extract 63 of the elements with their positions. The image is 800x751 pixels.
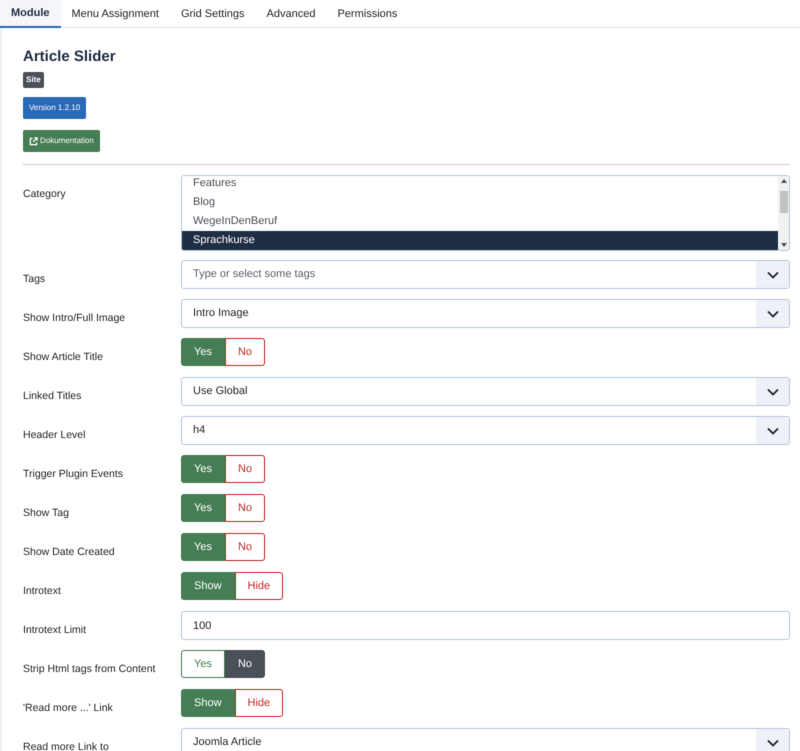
tab[interactable]: Menu Assignment [60,0,170,28]
toggle-option[interactable]: Hide [234,689,284,717]
category-listbox[interactable]: Features Blog WegeInDenBeruf Sprachkurse [181,175,790,251]
field-label: Introtext Limit [23,624,86,636]
input-field[interactable]: 100 [181,611,790,640]
select-field[interactable]: h4 [181,416,790,445]
select-value: Intro Image [193,306,249,322]
toggle-option[interactable]: No [224,338,266,366]
chevron-down-icon [766,388,778,396]
toggle-option[interactable]: Yes [181,533,225,561]
field-label: Tags [23,273,46,285]
field-label: Show Date Created [23,546,115,558]
site-badge: Site [23,72,44,88]
listbox-option[interactable]: Features [182,176,778,193]
toggle-option[interactable]: Yes [181,338,225,366]
field-label: Trigger Plugin Events [23,468,123,480]
toggle-option[interactable]: Yes [181,494,225,522]
toggle-option[interactable]: Yes [181,650,225,678]
select-value: h4 [193,423,206,438]
version-badge: Version 1.2.10 [23,97,86,119]
scrollbar[interactable] [778,176,789,250]
select-field[interactable]: Type or select some tags [181,260,790,289]
chevron-down-icon [766,310,778,318]
field-label: Show Intro/Full Image [23,312,126,324]
toggle-option[interactable]: Yes [181,455,225,483]
scroll-up-icon[interactable] [780,179,786,183]
field-label: Strip Html tags from Content [23,663,156,675]
scrollbar-thumb[interactable] [780,191,788,213]
field-label: 'Read more ...' Link [23,702,113,714]
external-link-icon [29,136,38,146]
field-label: Show Tag [23,507,69,519]
scroll-down-icon[interactable] [780,243,786,247]
chevron-down-icon [766,270,778,278]
toggle-option[interactable]: No [224,533,266,561]
select-field[interactable]: Joomla Article [181,728,790,751]
select-field[interactable]: Intro Image [181,299,790,328]
tab[interactable]: Module [0,0,60,28]
toggle-option[interactable]: No [224,494,266,522]
field-label: Linked Titles [23,390,82,402]
tab[interactable]: Grid Settings [170,0,256,28]
toggle-option[interactable]: Hide [234,572,284,600]
chevron-down-icon [766,426,778,434]
field-label: Header Level [23,429,86,441]
tab[interactable]: Advanced [256,0,326,28]
module-title: Article Slider [23,48,116,66]
select-placeholder: Type or select some tags [193,267,316,282]
select-value: Use Global [193,384,248,400]
toggle-option[interactable]: Show [181,689,235,717]
field-label: Introtext [23,585,61,597]
toggle-option[interactable]: No [224,455,266,483]
toggle-option[interactable]: No [224,650,266,678]
listbox-option[interactable]: Blog [182,193,778,212]
select-value: Joomla Article [193,735,262,750]
field-label: Show Article Title [23,351,103,363]
field-label: Read more Link to [23,741,109,751]
tab[interactable]: Permissions [326,0,408,28]
field-label: Category [23,188,66,200]
toggle-option[interactable]: Show [181,572,235,600]
listbox-option[interactable]: Sprachkurse [182,231,778,250]
listbox-option[interactable]: WegeInDenBeruf [182,212,778,231]
select-field[interactable]: Use Global [181,377,790,406]
chevron-down-icon [766,738,778,746]
documentation-button[interactable]: Dokumentation [23,130,100,152]
